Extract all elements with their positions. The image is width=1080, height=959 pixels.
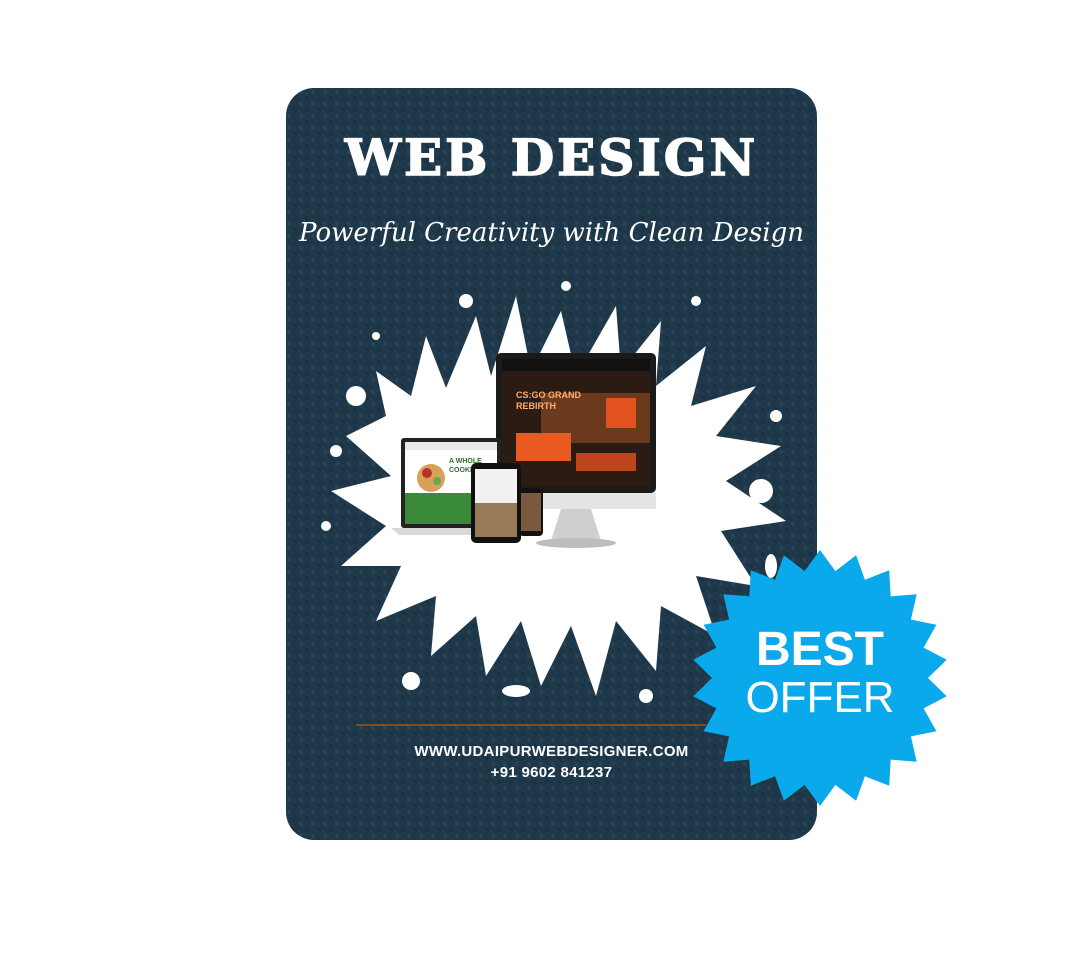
poster-title: WEB DESIGN <box>344 127 759 188</box>
badge-line-2: OFFER <box>745 673 895 722</box>
stage: WEB DESIGN Powerful Creativity with Clea… <box>0 0 1080 959</box>
poster-subtitle: Powerful Creativity with Clean Design <box>299 218 804 248</box>
best-offer-badge: BEST OFFER <box>690 625 950 721</box>
monitor-headline-1: CS:GO GRAND <box>516 390 582 400</box>
monitor-headline-2: REBIRTH <box>516 401 556 411</box>
devices-mockup-image: CS:GO GRAND REBIRTH A WHOLE COOKING <box>391 353 656 548</box>
divider-line <box>356 724 706 726</box>
badge-line-1: BEST <box>755 623 884 676</box>
